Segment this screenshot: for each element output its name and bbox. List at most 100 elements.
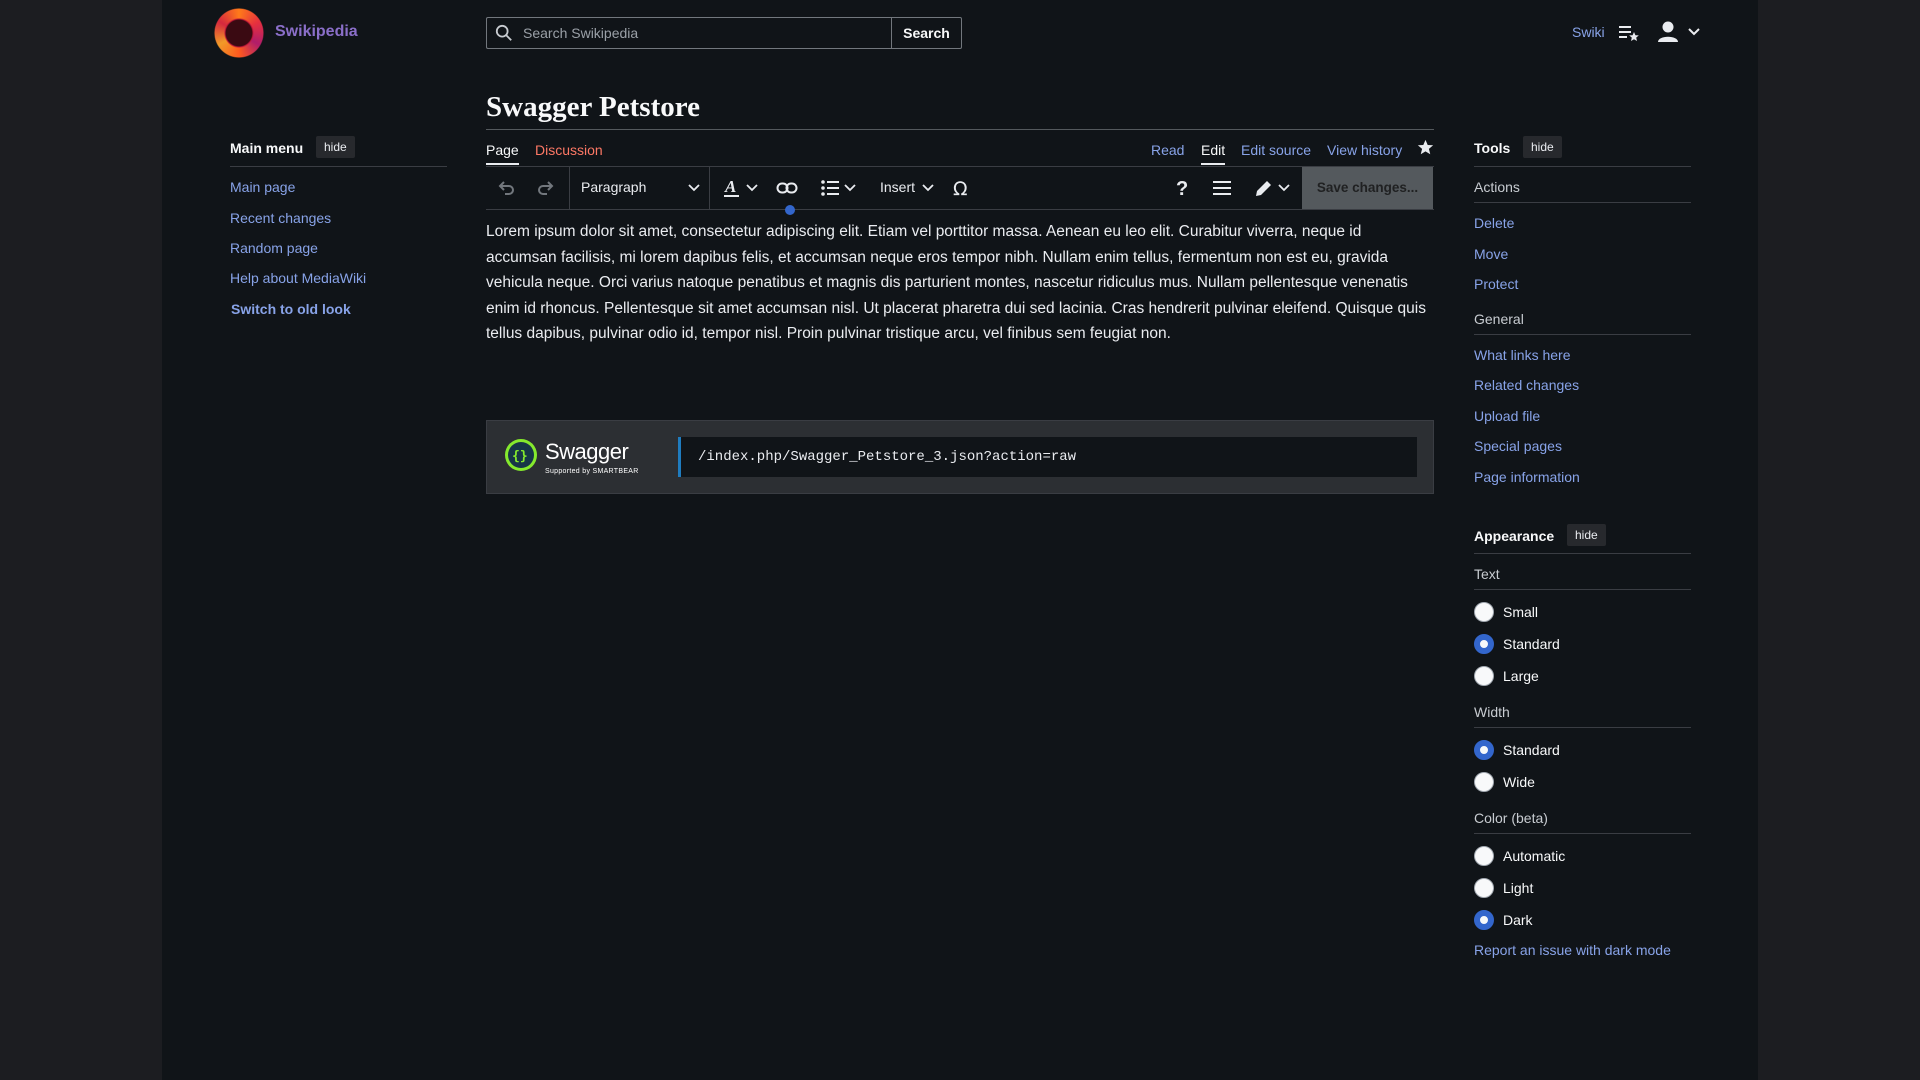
tab-edit[interactable]: Edit xyxy=(1201,142,1226,165)
search-icon xyxy=(495,24,512,41)
editor-toolbar: Paragraph A Insert Ω ? Save changes... xyxy=(486,166,1434,210)
redo-button[interactable] xyxy=(536,167,560,209)
tab-edit-source[interactable]: Edit source xyxy=(1241,142,1311,158)
omega-icon: Ω xyxy=(953,178,968,199)
radio-label-standard: Standard xyxy=(1503,636,1560,652)
divider xyxy=(1474,202,1691,203)
chevron-down-icon xyxy=(688,184,700,192)
tools-title: Tools xyxy=(1474,140,1511,156)
link-icon xyxy=(776,182,798,194)
svg-text:Ω: Ω xyxy=(953,178,968,199)
menu-item-help[interactable]: Help about MediaWiki xyxy=(230,270,366,286)
tools-upload-file-link[interactable]: Upload file xyxy=(1474,408,1540,424)
divider xyxy=(1474,589,1691,590)
tools-special-pages-link[interactable]: Special pages xyxy=(1474,438,1562,454)
swagger-ui-bar: {} Swagger Supported by SMARTBEAR /index… xyxy=(486,420,1434,494)
radio-label-automatic: Automatic xyxy=(1503,848,1566,864)
user-avatar-icon[interactable] xyxy=(1657,20,1679,44)
svg-text:?: ? xyxy=(1176,178,1188,199)
search-button[interactable]: Search xyxy=(891,17,962,49)
chevron-down-icon xyxy=(922,184,934,192)
divider xyxy=(230,166,447,167)
menu-icon xyxy=(1213,181,1231,195)
page-options-button[interactable] xyxy=(1212,167,1236,209)
article-body-text[interactable]: Lorem ipsum dolor sit amet, consectetur … xyxy=(486,219,1436,347)
tab-page[interactable]: Page xyxy=(486,142,519,165)
undo-button[interactable] xyxy=(496,167,520,209)
undo-icon xyxy=(498,181,514,195)
tools-related-changes-link[interactable]: Related changes xyxy=(1474,377,1579,393)
site-logo[interactable] xyxy=(214,8,264,58)
text-style-button[interactable]: A xyxy=(722,167,762,209)
swagger-url-input[interactable]: /index.php/Swagger_Petstore_3.json?actio… xyxy=(678,437,1417,477)
svg-text:{}: {} xyxy=(512,449,528,464)
main-menu-title: Main menu xyxy=(230,140,304,156)
radio-label-large: Large xyxy=(1503,668,1539,684)
radio-color-dark[interactable] xyxy=(1474,910,1494,930)
special-character-button[interactable]: Ω xyxy=(951,167,975,209)
tools-delete-link[interactable]: Delete xyxy=(1474,215,1514,231)
paragraph-label: Paragraph xyxy=(581,179,647,195)
appearance-width-label: Width xyxy=(1474,704,1510,720)
watchlist-icon[interactable] xyxy=(1618,22,1640,44)
tab-read[interactable]: Read xyxy=(1151,142,1184,158)
bullet-list-icon xyxy=(821,180,839,196)
insert-label: Insert xyxy=(880,179,916,195)
menu-item-recent-changes[interactable]: Recent changes xyxy=(230,210,331,226)
help-button[interactable]: ? xyxy=(1172,167,1196,209)
context-cursor-dot xyxy=(785,205,795,215)
report-dark-mode-link[interactable]: Report an issue with dark mode xyxy=(1474,942,1671,958)
tools-general-label: General xyxy=(1474,311,1524,327)
toolbar-separator xyxy=(709,167,710,209)
menu-item-main-page[interactable]: Main page xyxy=(230,179,295,195)
user-name-link[interactable]: Swiki xyxy=(1572,24,1605,40)
radio-label-light: Light xyxy=(1503,880,1534,896)
radio-text-large[interactable] xyxy=(1474,666,1494,686)
text-style-icon: A xyxy=(724,177,739,197)
radio-label-width-standard: Standard xyxy=(1503,742,1560,758)
radio-text-standard[interactable] xyxy=(1474,634,1494,654)
site-wordmark[interactable]: Swikipedia xyxy=(275,23,358,41)
edit-mode-button[interactable] xyxy=(1254,167,1296,209)
appearance-color-label: Color (beta) xyxy=(1474,810,1548,826)
list-button[interactable] xyxy=(820,167,860,209)
swagger-name: Swagger xyxy=(545,439,629,464)
tools-page-information-link[interactable]: Page information xyxy=(1474,469,1580,485)
radio-color-light[interactable] xyxy=(1474,878,1494,898)
tools-protect-link[interactable]: Protect xyxy=(1474,276,1518,292)
save-changes-button[interactable]: Save changes... xyxy=(1302,167,1433,209)
radio-color-automatic[interactable] xyxy=(1474,846,1494,866)
search-input[interactable] xyxy=(523,18,883,48)
chevron-down-icon xyxy=(746,184,758,192)
divider xyxy=(1474,334,1691,335)
radio-label-dark: Dark xyxy=(1503,912,1533,928)
link-button[interactable] xyxy=(776,167,802,209)
tools-what-links-here-link[interactable]: What links here xyxy=(1474,347,1570,363)
tab-view-history[interactable]: View history xyxy=(1327,142,1402,158)
tools-move-link[interactable]: Move xyxy=(1474,246,1508,262)
switch-old-look-link[interactable]: Switch to old look xyxy=(231,301,351,317)
chevron-down-icon[interactable] xyxy=(1687,26,1701,38)
watch-star-icon[interactable] xyxy=(1417,139,1434,156)
appearance-title: Appearance xyxy=(1474,528,1555,544)
tab-discussion[interactable]: Discussion xyxy=(535,142,603,158)
chevron-down-icon xyxy=(844,184,856,192)
radio-label-small: Small xyxy=(1503,604,1539,620)
menu-item-random-page[interactable]: Random page xyxy=(230,240,318,256)
page-title: Swagger Petstore xyxy=(486,91,700,123)
divider xyxy=(1474,553,1691,554)
swagger-supported-by: Supported by SMARTBEAR xyxy=(545,468,639,475)
radio-width-standard[interactable] xyxy=(1474,740,1494,760)
divider xyxy=(1474,727,1691,728)
tools-hide-button[interactable]: hide xyxy=(1523,136,1562,158)
toolbar-separator xyxy=(569,167,570,209)
main-menu-hide-button[interactable]: hide xyxy=(316,136,355,158)
tools-actions-label: Actions xyxy=(1474,179,1520,195)
search-box[interactable] xyxy=(486,17,892,49)
divider xyxy=(1474,166,1691,167)
radio-width-wide[interactable] xyxy=(1474,772,1494,792)
redo-icon xyxy=(538,181,554,195)
appearance-hide-button[interactable]: hide xyxy=(1567,524,1606,546)
radio-text-small[interactable] xyxy=(1474,602,1494,622)
help-icon: ? xyxy=(1176,178,1188,199)
